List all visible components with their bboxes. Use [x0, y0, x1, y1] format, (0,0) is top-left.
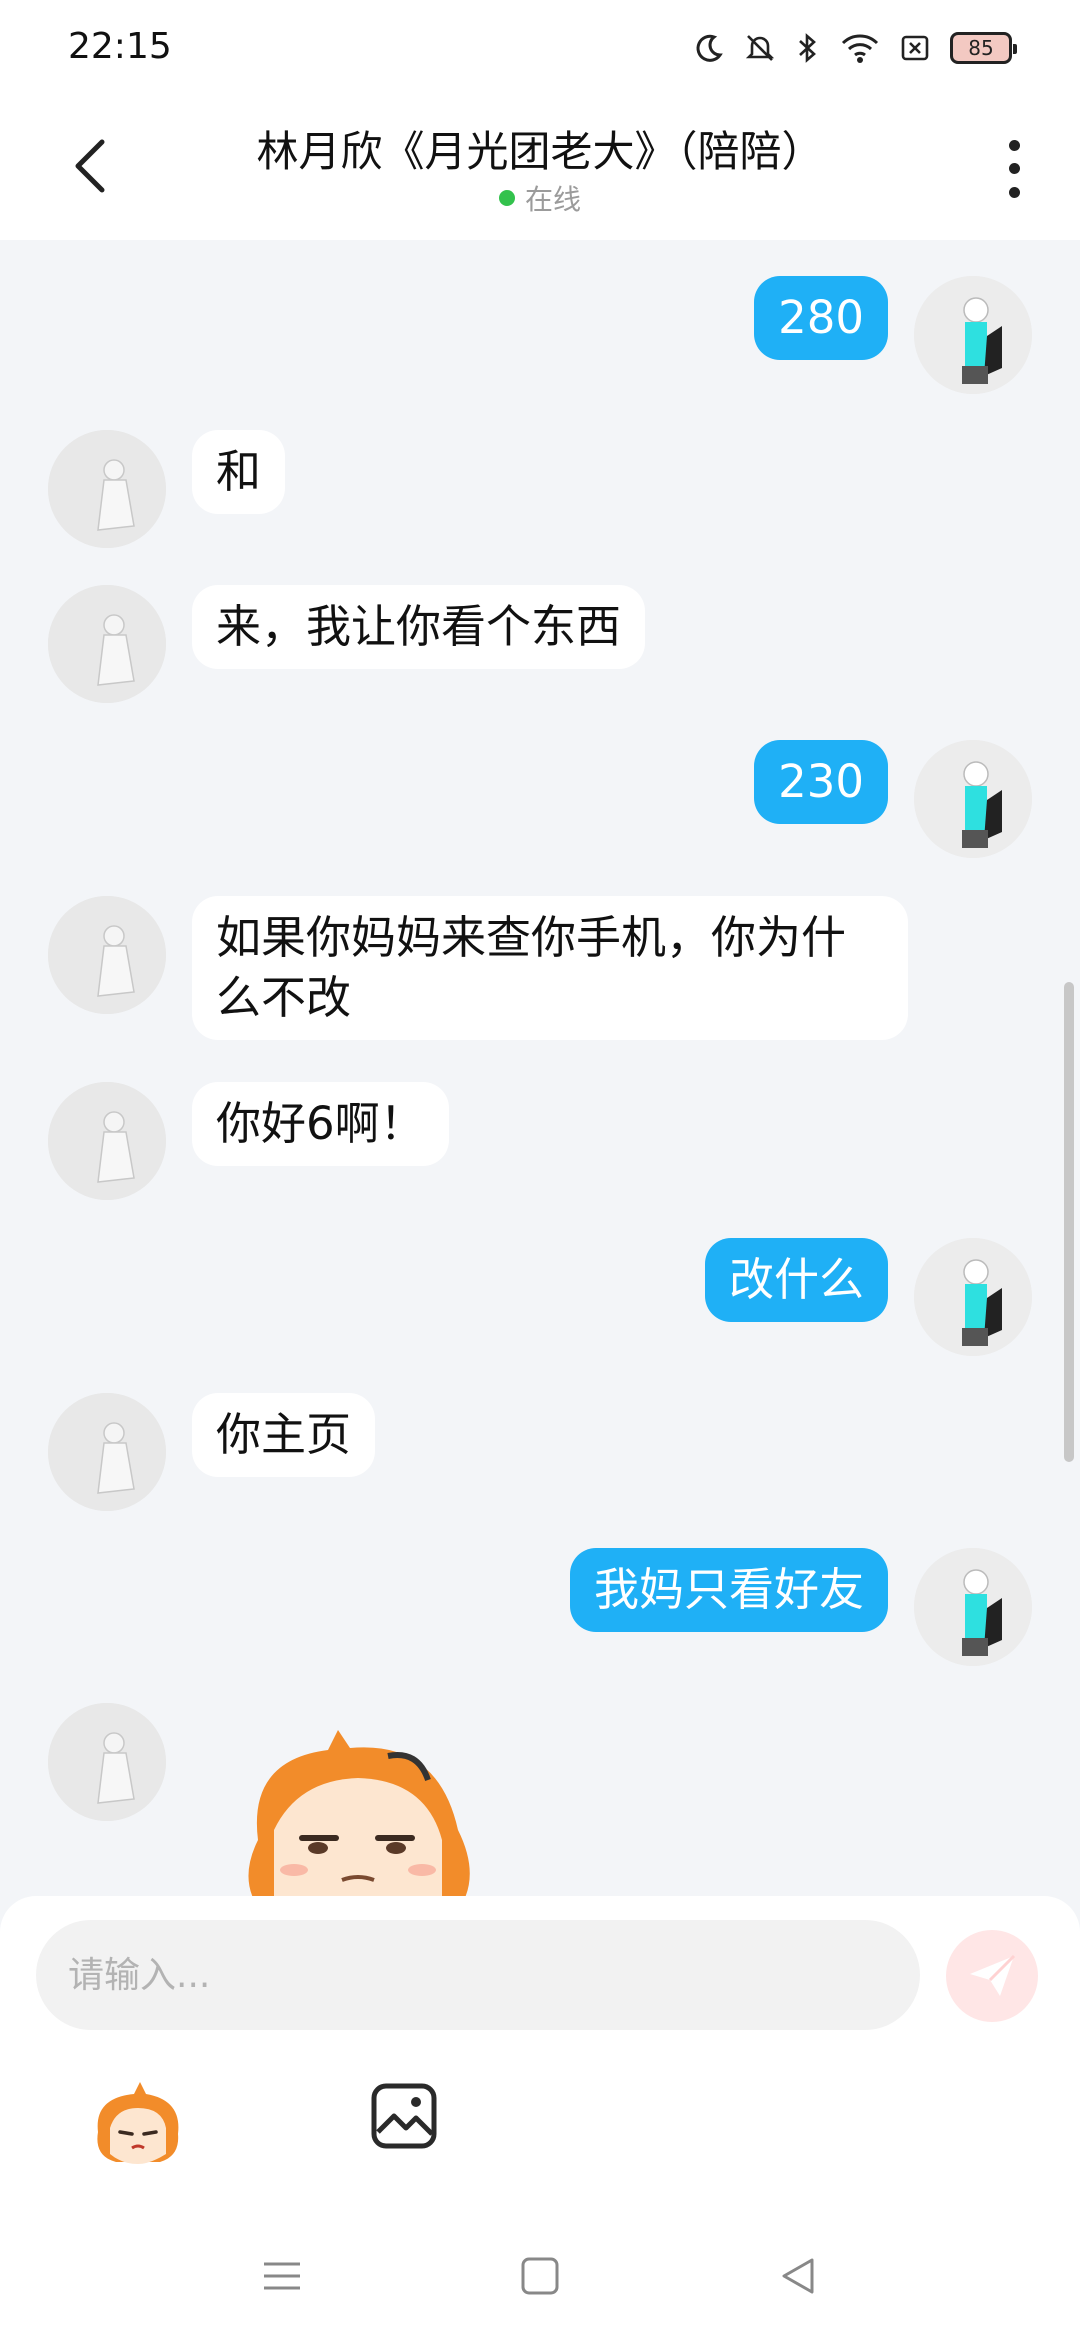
my-avatar[interactable]: [914, 1238, 1032, 1356]
message-row: 280: [0, 276, 1080, 406]
sticker-button[interactable]: [90, 2076, 186, 2172]
message-row: 你好6啊！: [0, 1082, 1080, 1212]
message-row: 如果你妈妈来查你手机，你为什么不改: [0, 896, 1080, 1056]
incoming-message-bubble[interactable]: 你主页: [192, 1393, 376, 1477]
my-avatar-image: [914, 1238, 1032, 1356]
status-icons: 85: [694, 28, 1017, 68]
moon-icon: [696, 34, 723, 62]
more-dot-icon: [1008, 163, 1020, 175]
more-dot-icon: [1008, 140, 1020, 152]
my-avatar[interactable]: [914, 276, 1032, 394]
image-button[interactable]: [370, 2082, 438, 2150]
contact-avatar[interactable]: [48, 1703, 166, 1821]
status-time: 22:15: [68, 26, 172, 67]
contact-avatar-image: [48, 585, 166, 703]
message-row: 我妈只看好友: [0, 1548, 1080, 1678]
contact-avatar[interactable]: [48, 430, 166, 548]
contact-avatar[interactable]: [48, 585, 166, 703]
chat-title: 林月欣《月光团老大》（陪陪）: [256, 127, 824, 176]
outgoing-message-bubble[interactable]: 我妈只看好友: [569, 1548, 888, 1632]
outgoing-message-bubble[interactable]: 280: [754, 276, 888, 360]
my-avatar-image: [914, 276, 1032, 394]
bluetooth-icon: [799, 33, 816, 63]
menu-lines-icon: [264, 2262, 300, 2290]
system-back-button[interactable]: [774, 2252, 822, 2300]
scrollbar[interactable]: [1064, 982, 1074, 1462]
recent-apps-button[interactable]: [258, 2252, 306, 2300]
contact-avatar[interactable]: [48, 1393, 166, 1511]
contact-avatar[interactable]: [48, 896, 166, 1014]
message-row: 你主页: [0, 1393, 1080, 1523]
message-row: 230: [0, 740, 1080, 870]
outgoing-message-bubble[interactable]: 改什么: [704, 1238, 888, 1322]
contact-avatar[interactable]: [48, 1082, 166, 1200]
home-button[interactable]: [516, 2252, 564, 2300]
my-avatar-image: [914, 1548, 1032, 1666]
square-icon: [521, 2257, 559, 2295]
presence-label: 在线: [524, 183, 581, 216]
contact-avatar-image: [48, 1082, 166, 1200]
incoming-message-bubble[interactable]: 你好6啊！: [192, 1082, 449, 1166]
contact-avatar-image: [48, 1393, 166, 1511]
contact-avatar-image: [48, 430, 166, 548]
message-row: 改什么: [0, 1238, 1080, 1368]
image-icon: [371, 2083, 437, 2149]
contact-avatar-image: [48, 1703, 166, 1821]
more-dot-icon: [1008, 186, 1020, 198]
status-bar: 22:15 85: [0, 0, 1080, 96]
message-row: 来，我让你看个东西: [0, 585, 1080, 715]
mute-bell-icon: [745, 35, 775, 61]
more-options-button[interactable]: [996, 134, 1032, 204]
my-avatar[interactable]: [914, 1548, 1032, 1666]
sticker-message[interactable]: [238, 1720, 478, 1896]
sticker-face-icon: [97, 2082, 179, 2164]
incoming-message-bubble[interactable]: 来，我让你看个东西: [192, 585, 646, 669]
my-avatar[interactable]: [914, 740, 1032, 858]
message-input[interactable]: [36, 1920, 920, 2030]
chat-header: 林月欣《月光团老大》（陪陪） 在线: [0, 96, 1080, 240]
presence-status: 在线: [0, 178, 1080, 218]
incoming-message-bubble[interactable]: 和: [192, 430, 286, 514]
message-list[interactable]: 280 和 来，我让你看个东西 230 如果你妈妈来查你手机，你为什么不改 你好…: [0, 240, 1080, 1896]
sim-off-icon: [901, 35, 929, 61]
battery-level: 85: [968, 36, 994, 60]
triangle-back-icon: [782, 2258, 814, 2294]
send-button[interactable]: [946, 1930, 1038, 2022]
system-navigation-bar: [0, 2220, 1080, 2330]
incoming-message-bubble[interactable]: 如果你妈妈来查你手机，你为什么不改: [192, 896, 908, 1040]
wifi-icon: [841, 34, 879, 63]
message-row: 和: [0, 430, 1080, 560]
battery-icon: 85: [950, 32, 1017, 64]
message-row: [0, 1703, 1080, 1896]
send-icon: [970, 1954, 1016, 1996]
composer-panel: [0, 1896, 1080, 2340]
contact-avatar-image: [48, 896, 166, 1014]
my-avatar-image: [914, 740, 1032, 858]
outgoing-message-bubble[interactable]: 230: [754, 740, 888, 824]
online-dot-icon: [498, 190, 515, 206]
